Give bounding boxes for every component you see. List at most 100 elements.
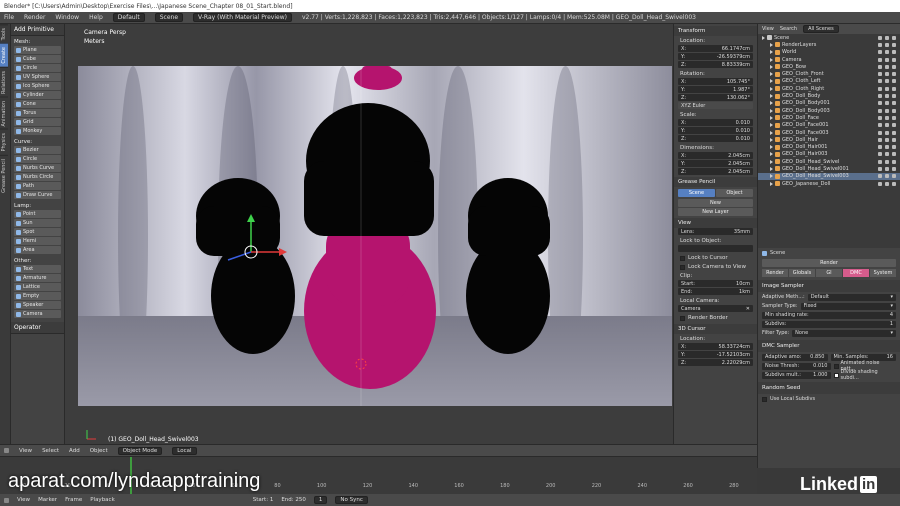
dimensions-x-field[interactable]: X: 2.045cm — [678, 152, 753, 159]
add-bezier-button[interactable]: Bezier — [14, 146, 61, 154]
outliner-view-menu[interactable]: View — [762, 26, 774, 32]
add-uv-sphere-button[interactable]: UV Sphere — [14, 73, 61, 81]
cursor-location-y-field[interactable]: Y: -17.52103cm — [678, 351, 753, 358]
visibility-icon[interactable] — [878, 64, 896, 69]
add-draw-curve-button[interactable]: Draw Curve — [14, 191, 61, 199]
subdivs-field[interactable]: Subdivs: 1 — [762, 320, 896, 328]
outliner-item[interactable]: Camera — [758, 56, 900, 63]
menu-object[interactable]: Object — [90, 448, 108, 454]
render-tab-globals[interactable]: Globals — [789, 269, 815, 277]
sync-select[interactable]: No Sync — [335, 496, 368, 504]
tab-physics[interactable]: Physics — [0, 129, 8, 155]
render-tab-gi[interactable]: GI — [816, 269, 842, 277]
location-z-field[interactable]: Z: 8.83339cm — [678, 61, 753, 68]
menu-render[interactable]: Render — [24, 14, 45, 21]
outliner-item[interactable]: GEO_Doll_Head_Swivel003 — [758, 172, 900, 180]
visibility-icon[interactable] — [878, 86, 896, 91]
layout-selector[interactable]: Default — [112, 13, 145, 22]
add-nurbs-circle-button[interactable]: Nurbs Circle — [14, 173, 61, 181]
visibility-icon[interactable] — [878, 181, 896, 186]
location-y-field[interactable]: Y: -26.59379cm — [678, 53, 753, 60]
location-x-field[interactable]: X: 66.1747cm — [678, 45, 753, 52]
lock-to-cursor-checkbox[interactable]: Lock to Cursor — [674, 253, 757, 262]
tab-animation[interactable]: Animation — [0, 96, 8, 130]
orientation-select[interactable]: Local — [172, 446, 197, 455]
render-tab-render[interactable]: Render — [762, 269, 788, 277]
lock-object-field[interactable] — [678, 245, 753, 252]
3d-cursor-header[interactable]: 3D Cursor — [674, 324, 757, 334]
3d-viewport[interactable]: Camera Persp Meters (1) GEO_Doll_Head_Sw… — [65, 24, 673, 444]
camera-view[interactable] — [78, 66, 672, 406]
visibility-icon[interactable] — [878, 94, 896, 99]
min-shading-field[interactable]: Min shading rate: 4 — [762, 311, 896, 319]
dimensions-z-field[interactable]: Z: 2.045cm — [678, 168, 753, 175]
scale-z-field[interactable]: Z: 0.010 — [678, 135, 753, 142]
end-frame-field[interactable]: End: 250 — [281, 497, 306, 503]
visibility-icon[interactable] — [878, 101, 896, 106]
outliner-search-menu[interactable]: Search — [780, 26, 797, 32]
visibility-icon[interactable] — [878, 42, 896, 47]
add-primitive-header[interactable]: Add Primitive — [11, 24, 64, 36]
outliner-item[interactable]: GEO_Doll_Head_Swivel — [758, 158, 900, 165]
add-circle-button[interactable]: Circle — [14, 64, 61, 72]
lock-camera-checkbox[interactable]: Lock Camera to View — [674, 262, 757, 271]
start-frame-field[interactable]: Start: 1 — [253, 497, 274, 503]
outliner-item[interactable]: GEO_Doll_Head_Swivel001 — [758, 165, 900, 172]
use-local-subdivs-checkbox[interactable]: Use Local Subdivs — [762, 395, 896, 403]
gp-scene-button[interactable]: Scene — [678, 189, 715, 197]
add-circle-button[interactable]: Circle — [14, 155, 61, 163]
add-plane-button[interactable]: Plane — [14, 46, 61, 54]
operator-header[interactable]: Operator — [11, 322, 64, 334]
adaptive-method-select[interactable]: Default ▾ — [807, 293, 896, 301]
visibility-icon[interactable] — [878, 174, 896, 179]
gp-new-layer-button[interactable]: New Layer — [678, 208, 753, 216]
random-seed-header[interactable]: Random Seed — [758, 382, 900, 394]
visibility-icon[interactable] — [878, 79, 896, 84]
visibility-icon[interactable] — [878, 137, 896, 142]
menu-file[interactable]: File — [4, 14, 14, 21]
grease-pencil-header[interactable]: Grease Pencil — [674, 177, 757, 187]
outliner-item[interactable]: GEO_Doll_Face001 — [758, 122, 900, 129]
view-header[interactable]: View — [674, 218, 757, 228]
add-path-button[interactable]: Path — [14, 182, 61, 190]
render-tab-system[interactable]: System — [870, 269, 896, 277]
visibility-icon[interactable] — [878, 50, 896, 55]
outliner-item[interactable]: GEO_Doll_Face003 — [758, 129, 900, 136]
add-spot-button[interactable]: Spot — [14, 228, 61, 236]
timeline-menu-playback[interactable]: Playback — [90, 497, 115, 503]
add-hemi-button[interactable]: Hemi — [14, 237, 61, 245]
render-engine-selector[interactable]: V-Ray (With Material Preview) — [193, 13, 292, 22]
menu-add[interactable]: Add — [69, 448, 80, 454]
add-ico-sphere-button[interactable]: Ico Sphere — [14, 82, 61, 90]
timeline-menu-view[interactable]: View — [17, 497, 30, 503]
image-sampler-header[interactable]: Image Sampler — [758, 280, 900, 292]
gp-object-button[interactable]: Object — [716, 189, 753, 197]
outliner-item[interactable]: GEO_Doll_Hair003 — [758, 151, 900, 158]
tab-relations[interactable]: Relations — [0, 66, 8, 97]
outliner-item[interactable]: GEO_Japanese_Doll — [758, 180, 900, 187]
menu-view[interactable]: View — [19, 448, 32, 454]
visibility-icon[interactable] — [878, 115, 896, 120]
add-text-button[interactable]: Text — [14, 265, 61, 273]
lens-field[interactable]: Lens: 35mm — [678, 228, 753, 235]
rotation-z-field[interactable]: Z: 130.062° — [678, 94, 753, 101]
subdivs-mult-field[interactable]: Subdivs mult.: 1.000 — [762, 371, 831, 379]
tab-grease-pencil[interactable]: Grease Pencil — [0, 154, 8, 196]
timeline-menu-frame[interactable]: Frame — [65, 497, 82, 503]
add-armature-button[interactable]: Armature — [14, 274, 61, 282]
visibility-icon[interactable] — [878, 72, 896, 77]
center-doll[interactable] — [304, 66, 436, 389]
add-point-button[interactable]: Point — [14, 210, 61, 218]
object-mode-select[interactable]: Object Mode — [117, 446, 163, 455]
visibility-icon[interactable] — [878, 35, 896, 40]
outliner-item[interactable]: GEO_Cloth_Front — [758, 70, 900, 77]
scale-x-field[interactable]: X: 0.010 — [678, 119, 753, 126]
tab-tools[interactable]: Tools — [0, 24, 8, 44]
menu-select[interactable]: Select — [42, 448, 59, 454]
scene-selector[interactable]: Scene — [154, 13, 184, 22]
rotation-mode-select[interactable]: XYZ Euler — [678, 102, 753, 109]
cursor-location-x-field[interactable]: X: 58.33724cm — [678, 343, 753, 350]
add-cube-button[interactable]: Cube — [14, 55, 61, 63]
add-camera-button[interactable]: Camera — [14, 310, 61, 318]
transform-header[interactable]: Transform — [674, 26, 757, 36]
